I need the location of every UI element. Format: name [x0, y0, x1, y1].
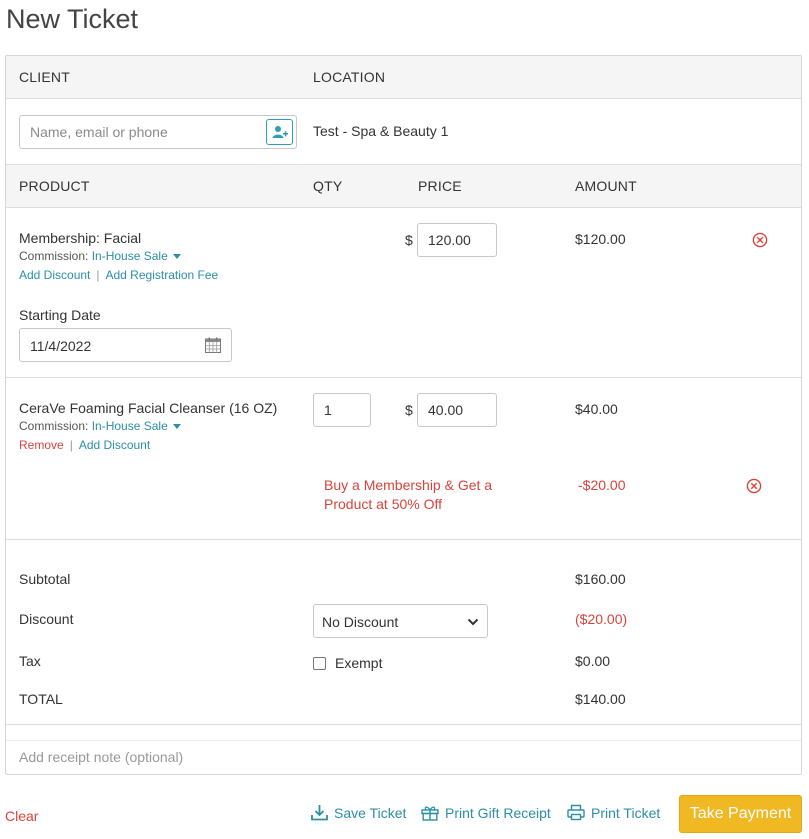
- qty-header: QTY: [313, 178, 343, 194]
- add-client-button[interactable]: [266, 119, 293, 145]
- amount-header: AMOUNT: [575, 178, 637, 194]
- separator: |: [96, 268, 100, 282]
- item-actions: Remove | Add Discount: [19, 438, 150, 452]
- discount-value: ($20.00): [575, 611, 628, 627]
- print-ticket-button[interactable]: Print Ticket: [567, 804, 660, 821]
- promo-description: Buy a Membership & Get a Product at 50% …: [324, 477, 493, 512]
- commission-value: In-House Sale: [91, 249, 168, 263]
- caret-down-icon: [172, 254, 181, 260]
- location-header: LOCATION: [313, 69, 386, 85]
- add-discount-link[interactable]: Add Discount: [19, 268, 90, 282]
- tax-value: $0.00: [575, 653, 611, 669]
- subtotal-value: $160.00: [575, 571, 626, 587]
- chevron-down-icon: [467, 618, 479, 626]
- discount-label: Discount: [19, 611, 74, 627]
- client-location-header: CLIENT LOCATION: [6, 56, 801, 99]
- remove-item-link[interactable]: Remove: [19, 438, 64, 452]
- circle-x-icon[interactable]: [746, 478, 762, 494]
- item-actions: Add Discount | Add Registration Fee: [19, 268, 218, 282]
- total-value: $140.00: [575, 691, 626, 707]
- page-title: New Ticket: [6, 4, 139, 34]
- starting-date-input[interactable]: 11/4/2022: [19, 328, 232, 362]
- promo-amount: -$20.00: [578, 477, 626, 493]
- product-table-header: PRODUCT QTY PRICE AMOUNT: [6, 164, 801, 208]
- printer-icon: [567, 804, 585, 821]
- calendar-icon[interactable]: [205, 337, 221, 353]
- discount-select-value: No Discount: [322, 614, 399, 630]
- tax-label: Tax: [19, 653, 41, 669]
- product-header: PRODUCT: [19, 178, 90, 194]
- price-input[interactable]: [417, 393, 497, 427]
- discount-select[interactable]: No Discount: [313, 604, 488, 638]
- currency-symbol: $: [405, 402, 413, 418]
- exempt-label: Exempt: [335, 655, 383, 671]
- currency-symbol: $: [405, 232, 413, 248]
- print-gift-receipt-button[interactable]: Print Gift Receipt: [421, 804, 551, 821]
- client-search-input[interactable]: [28, 123, 258, 141]
- commission-label: Commission:: [19, 249, 89, 263]
- clear-button[interactable]: Clear: [5, 808, 38, 824]
- price-input[interactable]: [417, 223, 497, 257]
- item-name: Membership: Facial: [19, 230, 142, 246]
- total-label: TOTAL: [19, 691, 63, 707]
- add-discount-link[interactable]: Add Discount: [79, 438, 150, 452]
- commission-line: Commission: In-House Sale: [19, 419, 181, 433]
- location-value: Test - Spa & Beauty 1: [313, 123, 449, 139]
- ticket-card: CLIENT LOCATION Test - Spa & Beauty 1 PR…: [5, 55, 802, 775]
- gift-icon: [421, 806, 439, 821]
- commission-value: In-House Sale: [91, 419, 168, 433]
- subtotal-label: Subtotal: [19, 571, 71, 587]
- commission-dropdown[interactable]: In-House Sale: [92, 249, 181, 263]
- client-header: CLIENT: [19, 69, 70, 85]
- save-ticket-label: Save Ticket: [334, 804, 407, 821]
- starting-date-value: 11/4/2022: [30, 338, 92, 354]
- receipt-note-input[interactable]: Add receipt note (optional): [6, 740, 801, 775]
- commission-line: Commission: In-House Sale: [19, 249, 181, 263]
- exempt-checkbox-row: Exempt: [313, 655, 382, 671]
- add-user-icon: [272, 126, 288, 138]
- download-icon: [311, 805, 328, 821]
- print-gift-receipt-label: Print Gift Receipt: [445, 804, 551, 821]
- price-header: PRICE: [418, 178, 462, 194]
- separator: |: [69, 438, 73, 452]
- commission-label: Commission:: [19, 419, 89, 433]
- row-divider: [6, 724, 801, 725]
- item-amount: $40.00: [575, 401, 618, 417]
- row-divider: [6, 539, 801, 540]
- starting-date-label: Starting Date: [19, 307, 101, 323]
- print-ticket-label: Print Ticket: [591, 804, 661, 821]
- row-divider: [6, 377, 801, 378]
- client-search-field: [19, 115, 297, 149]
- circle-x-icon[interactable]: [752, 232, 768, 248]
- save-ticket-button[interactable]: Save Ticket: [311, 804, 406, 821]
- add-registration-fee-link[interactable]: Add Registration Fee: [106, 268, 219, 282]
- exempt-checkbox[interactable]: [313, 656, 326, 670]
- commission-dropdown[interactable]: In-House Sale: [92, 419, 181, 433]
- caret-down-icon: [172, 424, 181, 430]
- take-payment-button[interactable]: Take Payment: [679, 795, 802, 833]
- item-name: CeraVe Foaming Facial Cleanser (16 OZ): [19, 400, 278, 416]
- qty-input[interactable]: [313, 393, 371, 427]
- item-amount: $120.00: [575, 231, 626, 247]
